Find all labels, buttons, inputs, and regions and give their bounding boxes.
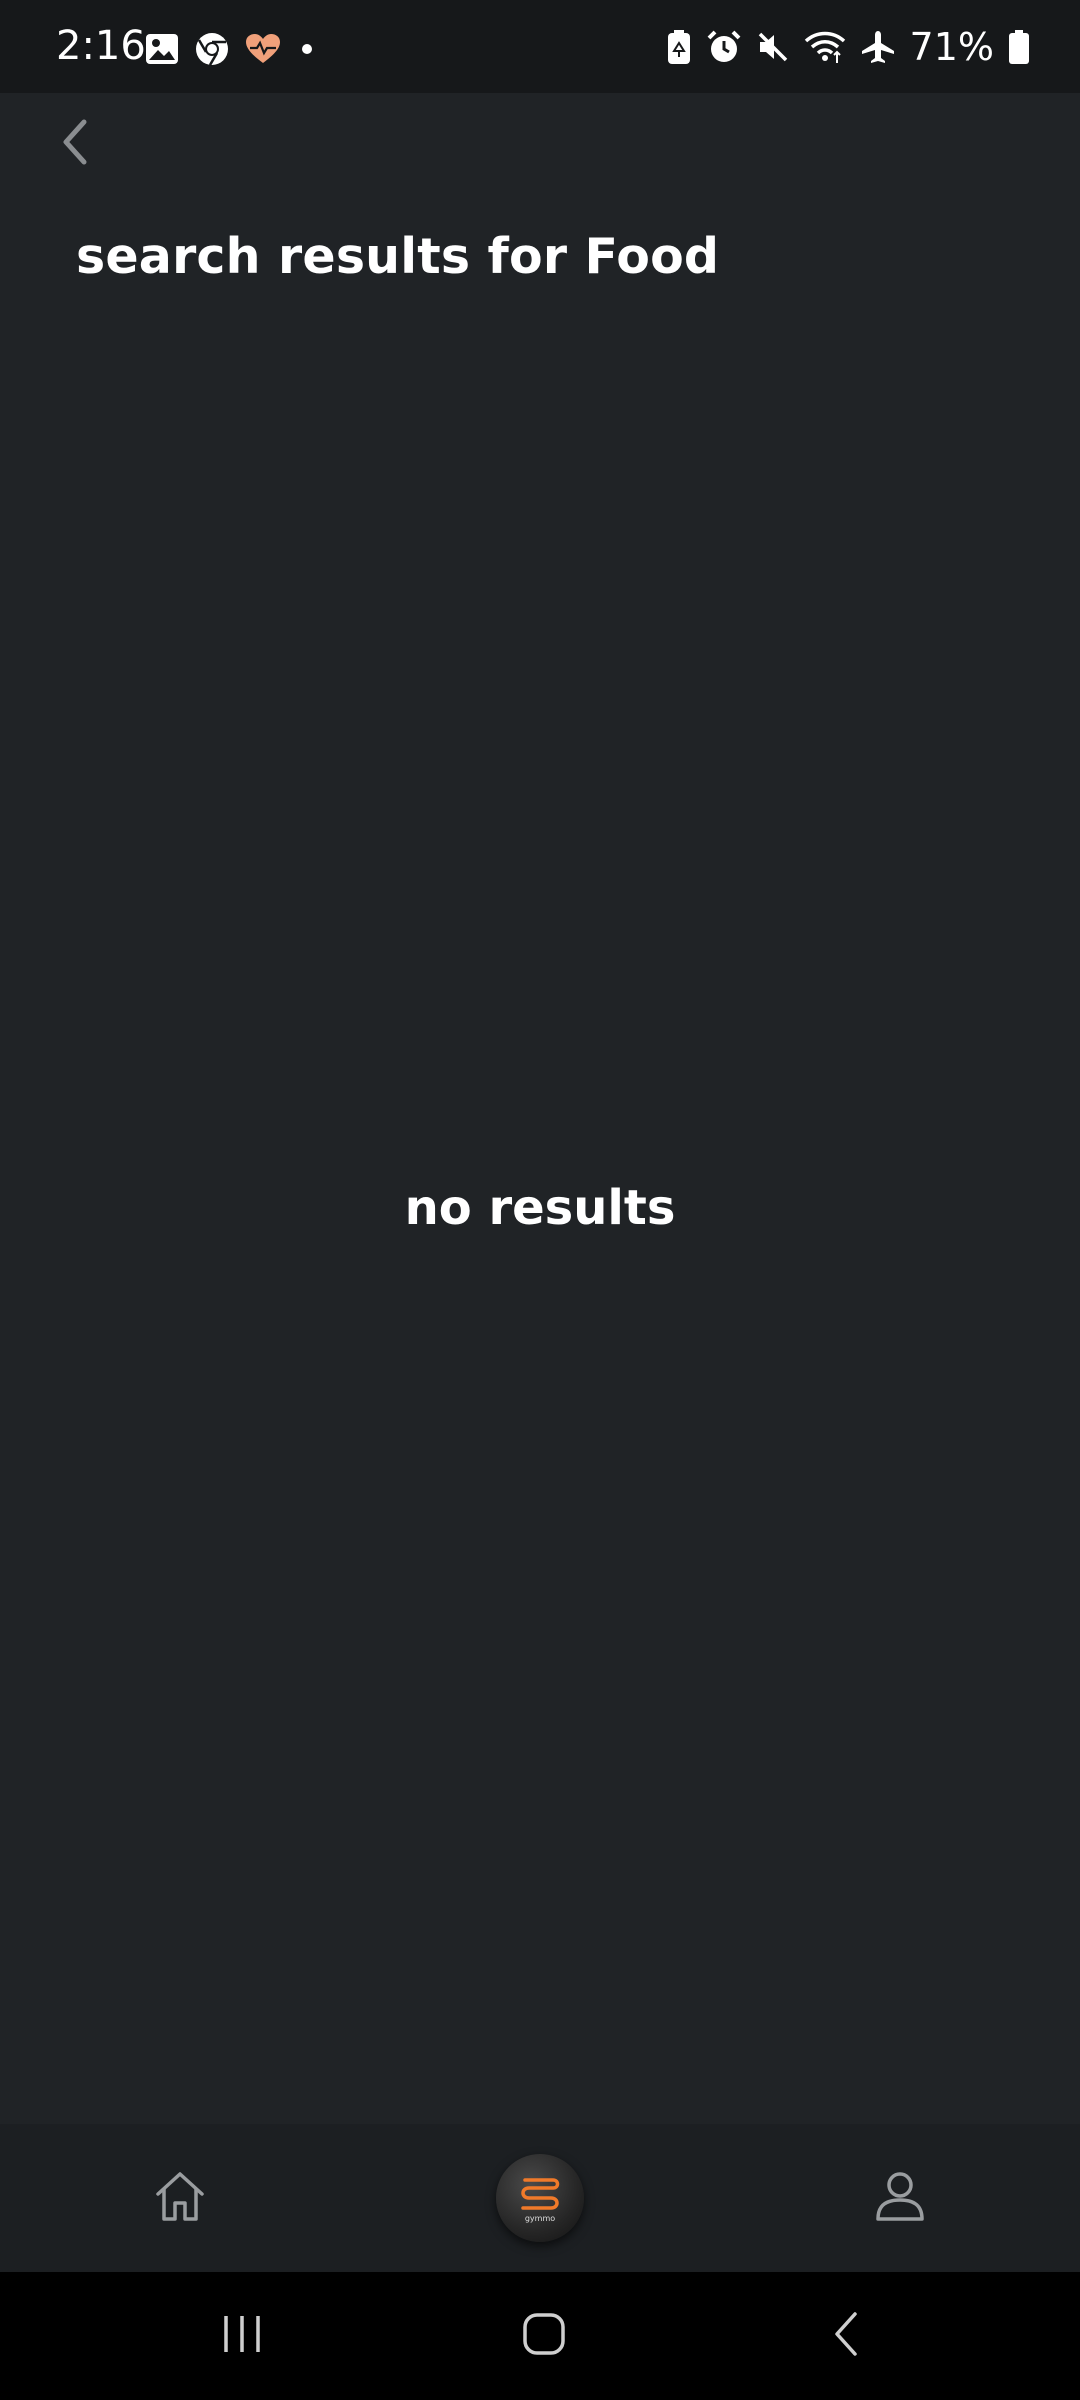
nav-app-logo-button[interactable]: gymmo [492, 2124, 588, 2272]
back-icon [831, 2310, 861, 2363]
app-logo-text: gymmo [524, 2213, 556, 2223]
battery-icon [1008, 29, 1030, 65]
recents-button[interactable] [182, 2272, 302, 2400]
nav-profile-button[interactable] [850, 2124, 950, 2272]
alarm-icon [706, 29, 742, 65]
chevron-left-icon [58, 118, 90, 171]
battery-saver-icon [666, 29, 692, 65]
status-notification-icons [145, 32, 317, 66]
search-results-screen: 2:16 71% search results for Food no resu… [0, 0, 1080, 2400]
page-title: search results for Food [76, 228, 720, 285]
recents-icon [220, 2314, 264, 2359]
mute-icon [756, 30, 790, 64]
profile-icon [873, 2169, 927, 2228]
back-button[interactable] [48, 114, 100, 174]
home-icon [153, 2169, 207, 2228]
nav-home-button[interactable] [130, 2124, 230, 2272]
chrome-icon [195, 32, 229, 66]
airplane-icon [860, 29, 896, 65]
bottom-navigation: gymmo [0, 2124, 1080, 2272]
status-system-icons: 71% [666, 28, 1030, 66]
status-bar: 2:16 71% [0, 0, 1080, 93]
status-time: 2:16 [56, 23, 146, 69]
home-circle-icon [522, 2312, 566, 2361]
system-back-button[interactable] [786, 2272, 906, 2400]
wifi-icon [804, 29, 846, 65]
empty-state-message: no results [404, 1180, 676, 1236]
dot-icon [297, 39, 317, 59]
battery-percent: 71% [909, 25, 994, 69]
gallery-icon [145, 33, 179, 65]
system-navigation-bar [0, 2272, 1080, 2400]
health-icon [245, 33, 281, 65]
system-home-button[interactable] [484, 2272, 604, 2400]
app-logo-icon: gymmo [496, 2154, 584, 2242]
